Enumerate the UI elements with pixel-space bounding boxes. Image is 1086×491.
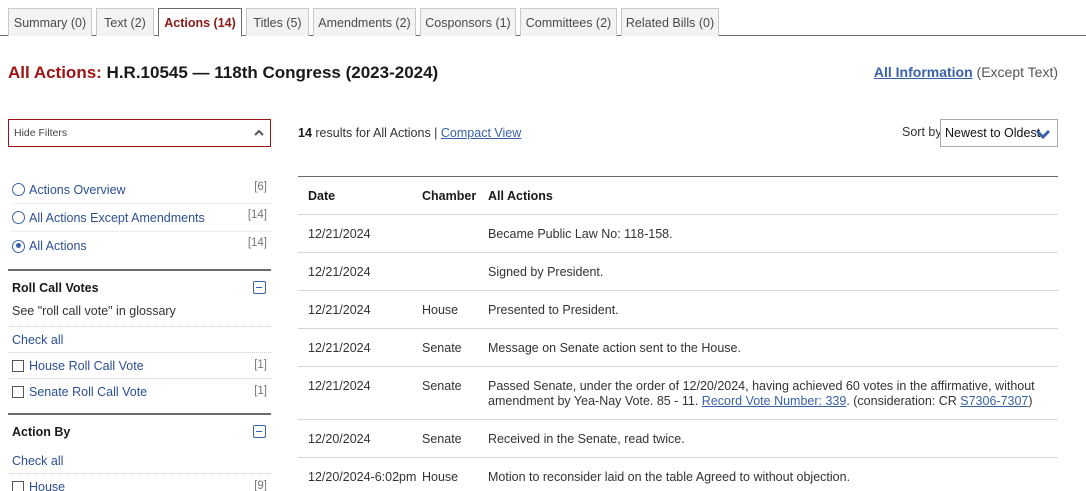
filter-all-actions-except-amendments[interactable]: All Actions Except Amendments [14] <box>12 204 271 232</box>
page-title-prefix: All Actions <box>8 63 97 82</box>
radio-icon <box>12 183 25 196</box>
congressional-record-link[interactable]: S7306-7307 <box>960 394 1028 408</box>
checkbox-icon <box>12 386 24 398</box>
tab-related-bills[interactable]: Related Bills (0) <box>621 8 719 36</box>
filter-count: [6] <box>254 181 267 193</box>
sort-select-value: Newest to Oldest <box>945 126 1041 140</box>
results-count: 14 <box>298 126 312 140</box>
filter-count: [9] <box>254 480 267 491</box>
tab-summary[interactable]: Summary (0) <box>8 8 92 36</box>
radio-checked-icon <box>12 239 25 253</box>
hide-filters-button[interactable]: Hide Filters <box>8 119 271 147</box>
results-summary: 14 results for All Actions | Compact Vie… <box>298 126 521 140</box>
tab-committees[interactable]: Committees (2) <box>520 8 617 36</box>
table-row: 12/21/2024 Senate Passed Senate, under t… <box>298 367 1058 420</box>
filter-label: House Roll Call Vote <box>29 359 144 373</box>
radio-icon <box>12 211 25 224</box>
all-information-link[interactable]: All Information <box>874 64 973 80</box>
action-date: 12/21/2024 <box>308 303 371 317</box>
filter-all-actions[interactable]: All Actions [14] <box>12 232 271 260</box>
action-text: Received in the Senate, read twice. <box>488 432 685 446</box>
action-text-part: . (consideration: CR <box>846 394 961 408</box>
actions-table: Date Chamber All Actions 12/21/2024 Beca… <box>298 176 1058 491</box>
checkbox-icon <box>12 481 24 491</box>
action-chamber: Senate <box>422 379 462 393</box>
page-title: All Actions: H.R.10545 — 118th Congress … <box>8 63 438 83</box>
action-text: Passed Senate, under the order of 12/20/… <box>488 379 1050 409</box>
filter-label: All Actions Except Amendments <box>29 210 205 225</box>
table-row: 12/21/2024 Signed by President. <box>298 253 1058 291</box>
roll-call-votes-title: Roll Call Votes <box>12 281 99 295</box>
collapse-roll-call-icon[interactable] <box>253 281 266 294</box>
divider <box>8 473 271 474</box>
action-chamber: Senate <box>422 341 462 355</box>
column-header-chamber[interactable]: Chamber <box>422 189 476 203</box>
action-chamber: House <box>422 303 459 317</box>
roll-call-check-all-link[interactable]: Check all <box>12 333 63 347</box>
action-by-title: Action By <box>12 425 71 439</box>
action-text: Became Public Law No: 118-158. <box>488 227 673 241</box>
roll-call-glossary-text: See "roll call vote" in glossary <box>12 304 176 318</box>
sort-select[interactable]: Newest to Oldest <box>940 119 1058 147</box>
action-text: Presented to President. <box>488 303 619 317</box>
action-date: 12/20/2024 <box>308 432 371 446</box>
checkbox-icon <box>12 360 24 372</box>
filter-count: [1] <box>254 385 267 397</box>
action-chamber: House <box>422 470 459 484</box>
action-date: 12/21/2024 <box>308 379 371 393</box>
table-row: 12/20/2024-6:02pm House Motion to recons… <box>298 458 1058 491</box>
filter-label: Senate Roll Call Vote <box>29 385 148 399</box>
filter-house-roll-call-vote[interactable]: House Roll Call Vote [1] <box>12 356 271 376</box>
action-date: 12/20/2024-6:02pm <box>308 470 417 484</box>
tab-actions[interactable]: Actions (14) <box>158 8 242 37</box>
action-text: Message on Senate action sent to the Hou… <box>488 341 741 355</box>
table-row: 12/21/2024 Became Public Law No: 118-158… <box>298 215 1058 253</box>
filter-senate-roll-call-vote[interactable]: Senate Roll Call Vote [1] <box>12 382 271 402</box>
collapse-action-by-icon[interactable] <box>253 425 266 438</box>
action-date: 12/21/2024 <box>308 265 371 279</box>
column-header-actions[interactable]: All Actions <box>488 189 1050 204</box>
divider <box>8 352 271 353</box>
compact-view-link[interactable]: Compact View <box>441 126 521 140</box>
divider <box>8 326 271 327</box>
filter-count: [14] <box>247 237 267 249</box>
column-header-date[interactable]: Date <box>308 189 335 203</box>
filter-label: House <box>29 480 66 491</box>
tab-bar: Summary (0) Text (2) Actions (14) Titles… <box>0 0 1086 37</box>
action-by-check-all-link[interactable]: Check all <box>12 454 63 468</box>
filter-count: [1] <box>254 359 267 371</box>
table-row: 12/20/2024 Senate Received in the Senate… <box>298 420 1058 458</box>
tab-titles[interactable]: Titles (5) <box>246 8 309 36</box>
filter-actions-overview[interactable]: Actions Overview [6] <box>12 176 271 204</box>
table-row: 12/21/2024 House Presented to President. <box>298 291 1058 329</box>
filter-label: All Actions <box>29 239 87 253</box>
action-text: Signed by President. <box>488 265 604 279</box>
all-information-suffix: (Except Text) <box>972 64 1058 80</box>
action-text: Motion to reconsider laid on the table A… <box>488 470 851 484</box>
tab-text[interactable]: Text (2) <box>96 8 154 36</box>
chevron-down-icon <box>1035 129 1051 140</box>
chevron-up-icon <box>254 129 264 136</box>
action-date: 12/21/2024 <box>308 341 371 355</box>
sort-by-label: Sort by <box>902 125 942 139</box>
action-chamber: Senate <box>422 432 462 446</box>
section-divider <box>8 413 271 415</box>
tab-cosponsors[interactable]: Cosponsors (1) <box>420 8 516 36</box>
all-information-link-group: All Information (Except Text) <box>874 64 1058 80</box>
filter-count: [14] <box>247 209 267 221</box>
action-date: 12/21/2024 <box>308 227 371 241</box>
filter-label: Actions Overview <box>29 182 126 197</box>
tab-amendments[interactable]: Amendments (2) <box>313 8 416 36</box>
filter-action-by-house[interactable]: House [9] <box>12 477 271 491</box>
table-header-row: Date Chamber All Actions <box>298 177 1058 215</box>
section-divider <box>8 269 271 271</box>
record-vote-link[interactable]: Record Vote Number: 339 <box>702 394 847 408</box>
table-row: 12/21/2024 Senate Message on Senate acti… <box>298 329 1058 367</box>
action-text-part: ) <box>1028 394 1033 408</box>
divider <box>8 378 271 379</box>
page-title-bill: H.R.10545 — 118th Congress (2023-2024) <box>101 63 439 82</box>
hide-filters-label: Hide Filters <box>14 127 68 139</box>
results-text: results for All Actions | <box>311 126 441 140</box>
